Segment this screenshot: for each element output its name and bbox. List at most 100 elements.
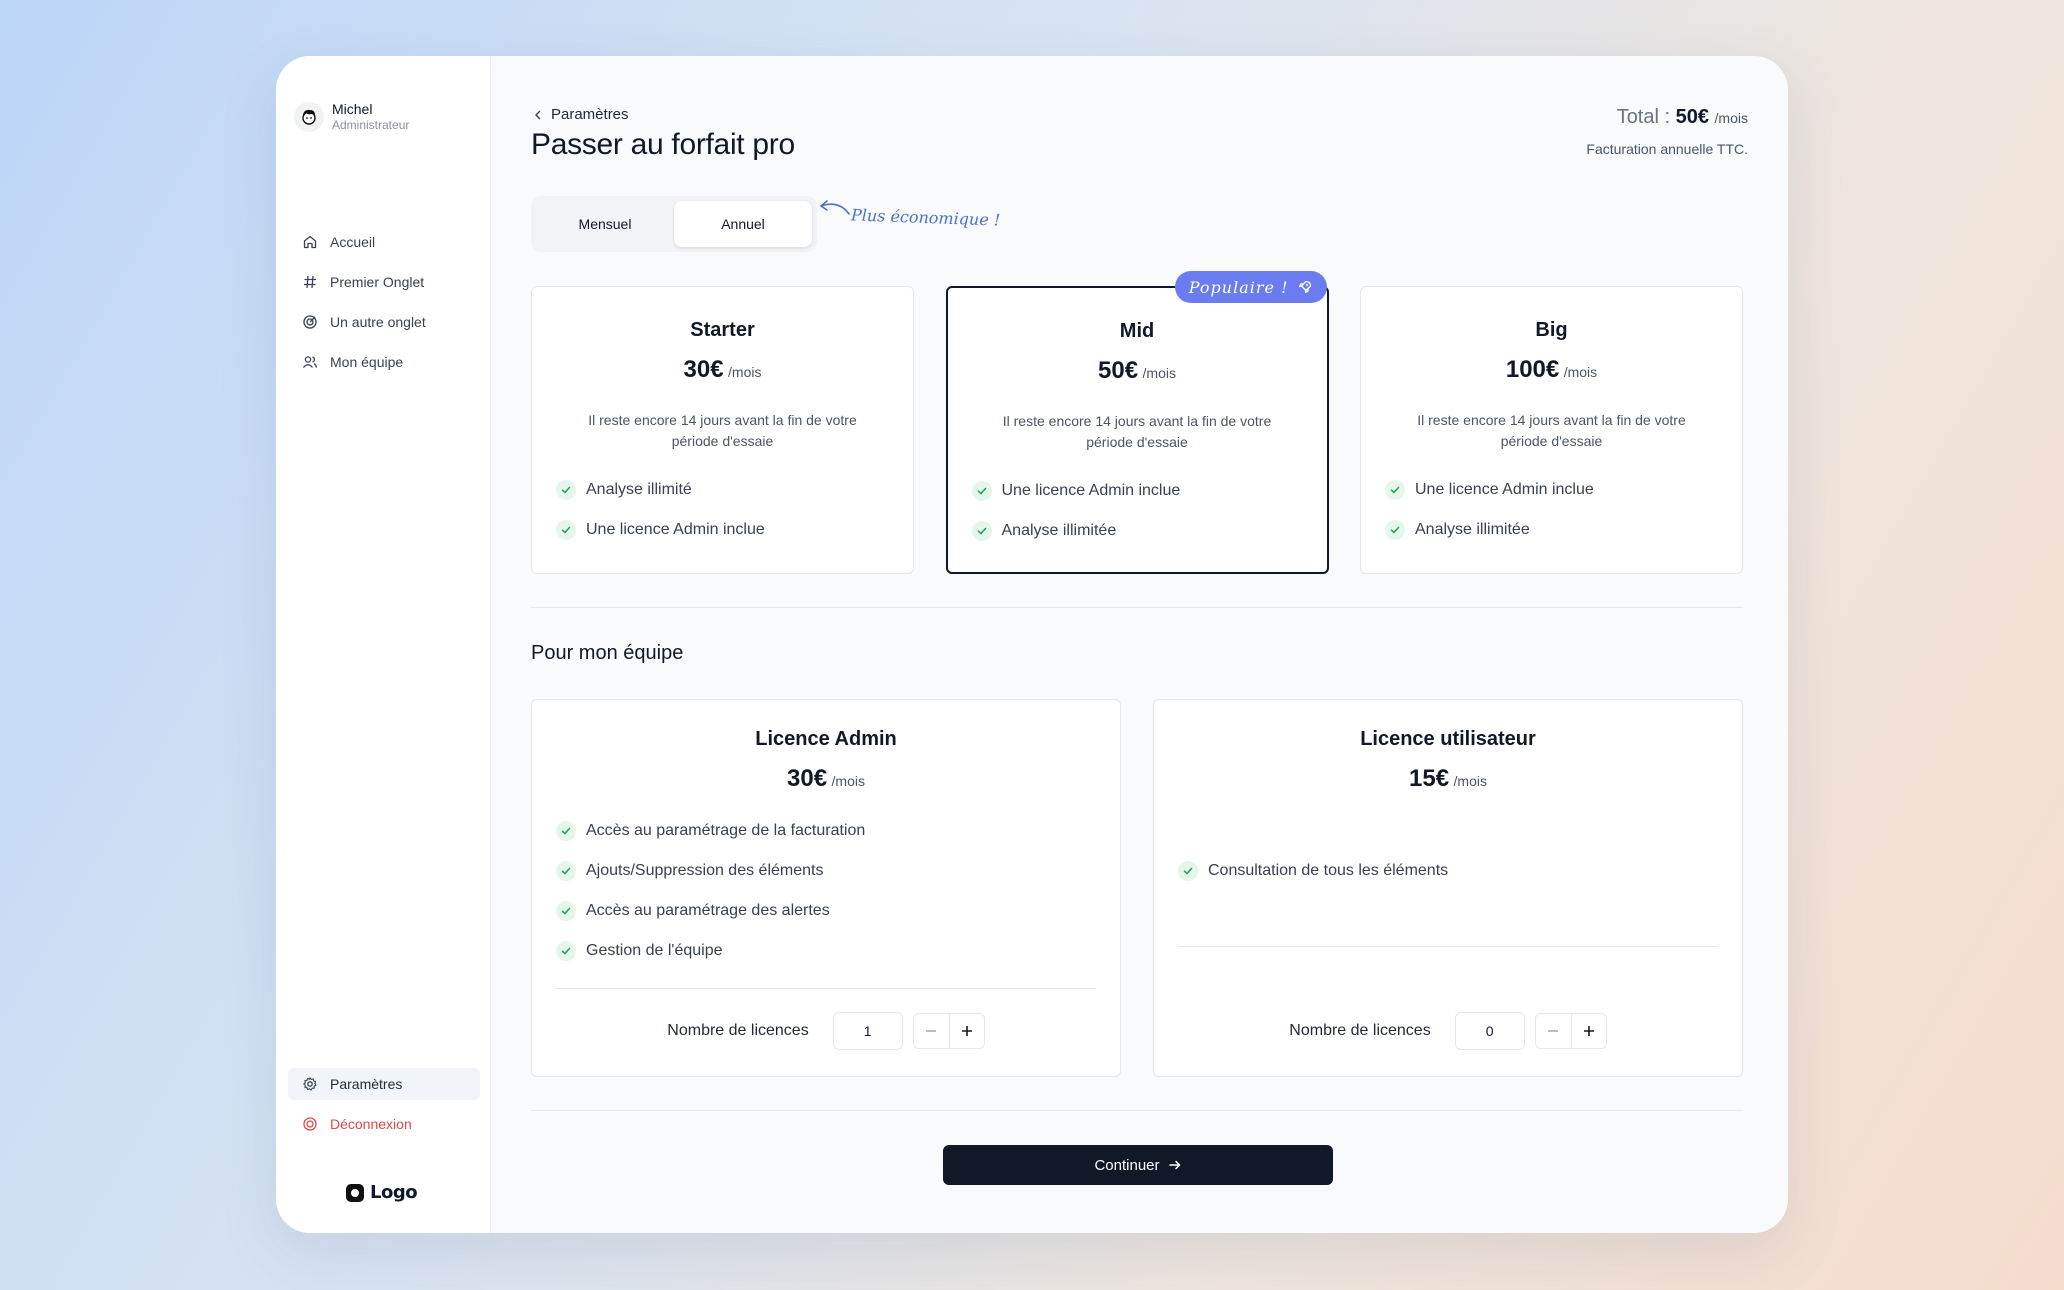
license-price: 15€ /mois: [1154, 765, 1742, 793]
avatar-face-icon: [302, 109, 316, 125]
license-price: 30€ /mois: [532, 765, 1120, 793]
price-amount: 100€: [1505, 356, 1560, 383]
check-icon: [1178, 861, 1198, 881]
check-icon: [971, 481, 992, 501]
continue-label: Continuer: [1094, 1156, 1160, 1174]
plan-description: Il reste encore 14 jours avant la fin de…: [1002, 413, 1272, 450]
plan-description: Il reste encore 14 jours avant la fin de…: [588, 412, 857, 449]
feature-item: Ajouts/Suppression des éléments: [556, 851, 1120, 891]
annotation-text: Plus économique !: [850, 205, 1001, 230]
plan-card-starter[interactable]: Starter 30€ /mois Il reste encore 14 jou…: [531, 286, 914, 574]
plan-price: 50€ /mois: [948, 357, 1327, 385]
price-unit: /mois: [1142, 365, 1176, 381]
license-counter: Nombre de licences: [532, 1012, 1120, 1050]
nav-label: Paramètres: [330, 1076, 403, 1092]
price-unit: /mois: [1563, 364, 1598, 380]
check-icon: [1385, 480, 1405, 500]
check-icon: [556, 861, 576, 881]
chevron-left-icon: [535, 110, 541, 119]
popular-badge: Populaire !: [1174, 271, 1327, 303]
plan-description: Il reste encore 14 jours avant la fin de…: [1417, 412, 1686, 449]
feature-item: Accès au paramétrage de la facturation: [556, 811, 1120, 851]
gear-icon: [303, 1077, 317, 1091]
license-counter: Nombre de licences: [1154, 1012, 1742, 1050]
check-icon: [556, 520, 576, 540]
plan-card-mid[interactable]: Populaire ! Mid 50€ /mois Il reste encor…: [945, 271, 1329, 574]
page-title: Passer au forfait pro: [531, 128, 795, 161]
toggle-mensuel[interactable]: Mensuel: [536, 201, 674, 247]
license-card-admin: Licence Admin 30€ /mois Accès au paramét…: [531, 699, 1121, 1077]
feature-list: Une licence Admin inclue Analyse illimit…: [948, 471, 1327, 551]
nav-item-accueil[interactable]: Accueil: [288, 226, 480, 258]
section-divider: [531, 1110, 1743, 1111]
price-amount: 30€: [683, 356, 724, 383]
price-unit: /mois: [1453, 773, 1487, 789]
counter-label: Nombre de licences: [667, 1022, 809, 1039]
sidebar: Michel Administrateur Accueil Premier On…: [276, 56, 491, 1233]
feature-label: Ajouts/Suppression des éléments: [586, 862, 824, 879]
nav-item-autre-onglet[interactable]: Un autre onglet: [288, 306, 480, 338]
breadcrumb[interactable]: Paramètres: [531, 106, 629, 123]
user-profile[interactable]: Michel Administrateur: [294, 100, 409, 133]
feature-item: Analyse illimité: [556, 470, 913, 510]
breadcrumb-label: Paramètres: [551, 106, 629, 123]
plans-row: Starter 30€ /mois Il reste encore 14 jou…: [531, 271, 1743, 574]
logout-icon: [303, 1117, 317, 1131]
bottom-nav: Paramètres Déconnexion: [288, 1068, 480, 1148]
plan-name: Big: [1535, 319, 1568, 341]
price-amount: 15€: [1409, 765, 1450, 792]
total-amount: 50€: [1675, 106, 1709, 128]
license-card-user: Licence utilisateur 15€ /mois Consultati…: [1153, 699, 1743, 1077]
avatar: [294, 101, 324, 132]
feature-label: Analyse illimitée: [1001, 522, 1117, 539]
plan-card-big[interactable]: Big 100€ /mois Il reste encore 14 jours …: [1360, 286, 1743, 574]
nav-item-premier-onglet[interactable]: Premier Onglet: [288, 266, 480, 298]
total-unit: /mois: [1714, 110, 1748, 126]
license-count-input[interactable]: [832, 1012, 903, 1050]
feature-label: Une licence Admin inclue: [586, 521, 765, 538]
feature-item: Accès au paramétrage des alertes: [556, 891, 1120, 931]
section-divider: [531, 607, 1743, 608]
plus-icon: [961, 1026, 972, 1036]
users-icon: [302, 356, 318, 368]
plus-icon: [1583, 1026, 1594, 1036]
curved-arrow-icon: [820, 200, 850, 215]
decrement-button[interactable]: [912, 1013, 949, 1049]
licenses-row: Licence Admin 30€ /mois Accès au paramét…: [531, 699, 1743, 1077]
app-logo: Logo: [346, 1182, 418, 1203]
nav-item-deconnexion[interactable]: Déconnexion: [288, 1108, 480, 1140]
check-icon: [1385, 520, 1405, 540]
target-icon: [303, 315, 317, 329]
price-amount: 30€: [787, 765, 828, 792]
hash-icon: [304, 275, 316, 289]
main-nav: Accueil Premier Onglet Un autre onglet M…: [288, 226, 480, 386]
minus-icon: [926, 1030, 937, 1032]
badge-label: Populaire !: [1188, 277, 1289, 297]
price-unit: /mois: [831, 773, 865, 789]
check-icon: [971, 521, 992, 541]
license-name: Licence Admin: [755, 728, 897, 750]
check-icon: [556, 480, 576, 500]
continue-button[interactable]: Continuer: [943, 1145, 1333, 1185]
license-count-input[interactable]: [1454, 1012, 1525, 1050]
increment-button[interactable]: [948, 1013, 985, 1049]
plan-name: Starter: [690, 319, 755, 341]
nav-label: Un autre onglet: [330, 314, 426, 330]
decrement-button[interactable]: [1534, 1013, 1571, 1049]
minus-icon: [1548, 1030, 1559, 1032]
feature-item: Analyse illimitée: [971, 511, 1327, 551]
increment-button[interactable]: [1570, 1013, 1607, 1049]
logo-mark-icon: [346, 1183, 364, 1202]
feature-label: Analyse illimitée: [1415, 521, 1530, 538]
user-role: Administrateur: [332, 118, 410, 132]
license-divider: [556, 988, 1096, 989]
arrow-right-icon: [1168, 1160, 1180, 1170]
plan-price: 30€ /mois: [532, 356, 913, 384]
billing-note: Facturation annuelle TTC.: [1586, 141, 1748, 157]
total-summary: Total : 50€ /mois Facturation annuelle T…: [1586, 106, 1748, 157]
feature-label: Une licence Admin inclue: [1001, 482, 1181, 499]
feature-list: Une licence Admin inclue Analyse illimit…: [1361, 470, 1742, 550]
nav-item-mon-equipe[interactable]: Mon équipe: [288, 346, 480, 378]
nav-item-parametres[interactable]: Paramètres: [288, 1068, 480, 1100]
toggle-annuel[interactable]: Annuel: [674, 201, 812, 247]
